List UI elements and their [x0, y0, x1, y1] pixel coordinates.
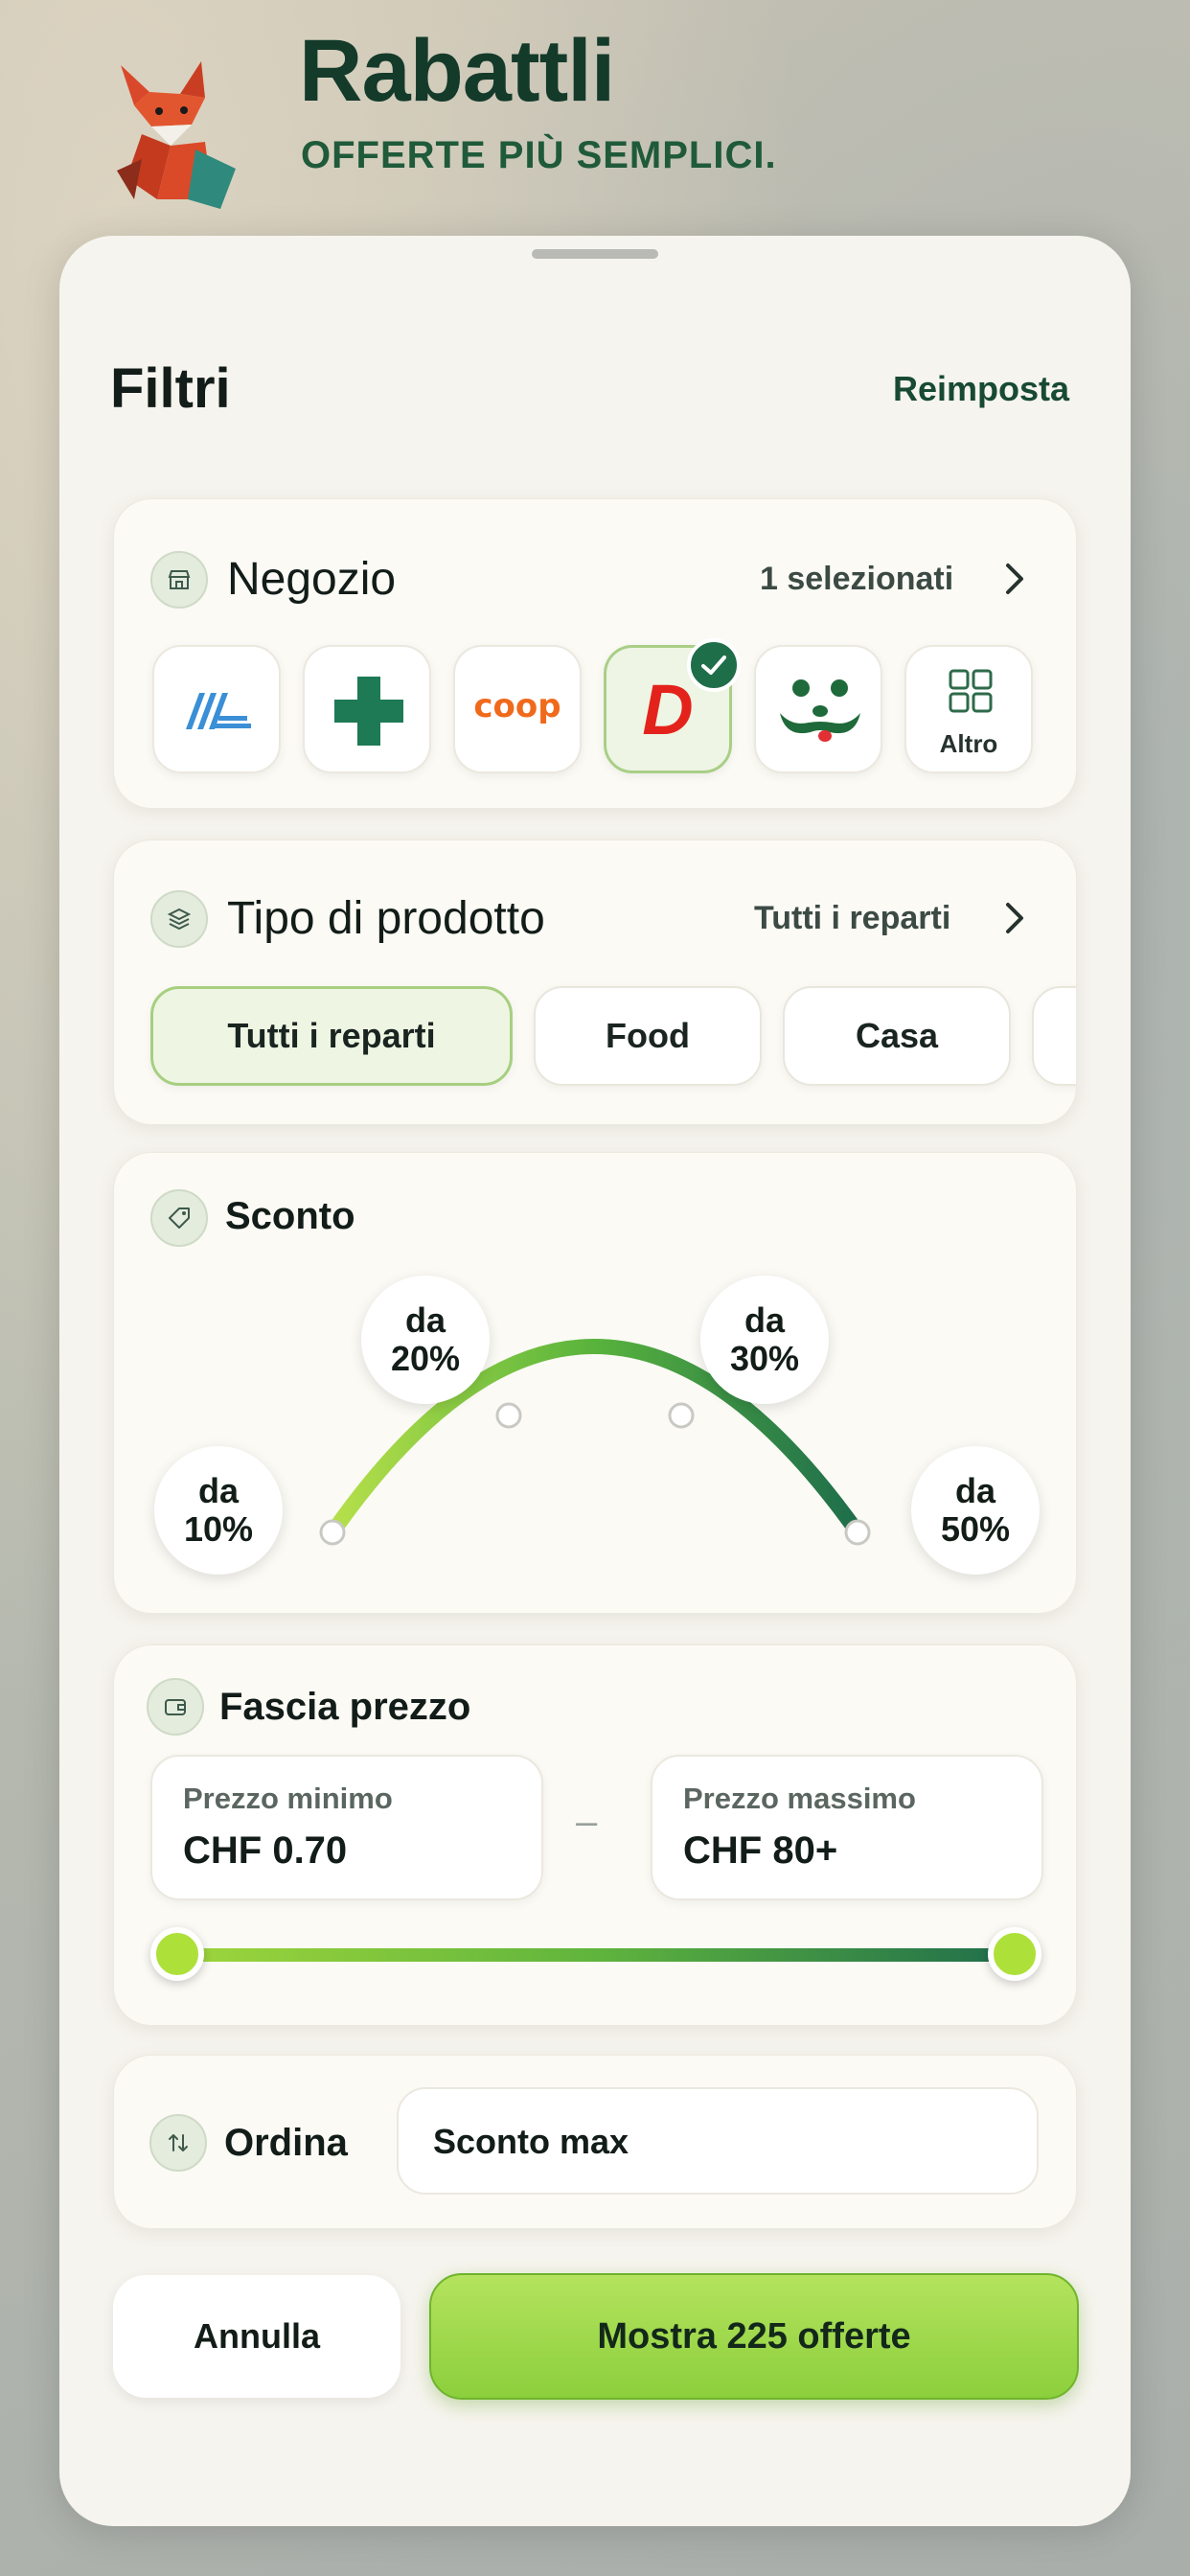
sort-value: Sconto max — [433, 2122, 629, 2161]
selected-check-icon — [687, 638, 741, 692]
chip-partial[interactable] — [1032, 986, 1076, 1086]
discount-stop-20 — [495, 1402, 522, 1429]
discount-stop-10 — [319, 1519, 346, 1546]
chip-all-departments[interactable]: Tutti i reparti — [150, 986, 513, 1086]
product-type-title: Tipo di prodotto — [227, 893, 545, 944]
sort-select[interactable]: Sconto max — [397, 2087, 1039, 2195]
discount-option-20-prefix: da — [404, 1300, 446, 1340]
store-tile-aldi[interactable] — [152, 645, 281, 773]
discount-stop-30 — [668, 1402, 695, 1429]
dog-face-icon — [780, 679, 860, 742]
brand-name: Rabattli — [299, 22, 615, 120]
layers-icon — [150, 890, 208, 948]
discount-stop-50 — [844, 1519, 871, 1546]
store-tile-coop[interactable]: coop — [453, 645, 582, 773]
store-icon — [150, 551, 208, 609]
discount-option-50-prefix: da — [954, 1471, 995, 1510]
chevron-right-icon[interactable] — [1003, 900, 1026, 936]
chip-casa[interactable]: Casa — [783, 986, 1011, 1086]
price-separator: – — [576, 1801, 598, 1843]
brand-tagline: OFFERTE PIÙ SEMPLICI. — [301, 134, 777, 176]
cancel-button[interactable]: Annulla — [113, 2275, 400, 2398]
price-title: Fascia prezzo — [219, 1686, 471, 1728]
sheet-title: Filtri — [110, 357, 231, 420]
min-price-value: CHF 0.70 — [183, 1829, 348, 1872]
grid-icon — [949, 669, 993, 713]
max-price-label: Prezzo massimo — [683, 1782, 916, 1815]
discount-option-10[interactable]: da 10% — [154, 1446, 283, 1575]
store-section-title: Negozio — [227, 554, 397, 605]
fox-logo-icon — [117, 61, 236, 209]
store-card: Negozio 1 selezionati coop D Altro — [113, 498, 1077, 809]
chevron-right-icon[interactable] — [1003, 561, 1026, 597]
store-tile-pet[interactable] — [754, 645, 882, 773]
discount-option-10-prefix: da — [197, 1471, 239, 1510]
store-tile-denner[interactable]: D — [604, 638, 741, 773]
store-selection-summary[interactable]: 1 selezionati — [760, 561, 953, 598]
reset-button[interactable]: Reimposta — [893, 369, 1069, 409]
store-tile-more-label: Altro — [939, 729, 998, 758]
store-tile-more[interactable]: Altro — [904, 645, 1033, 773]
max-price-field[interactable]: Prezzo massimo CHF 80+ — [651, 1755, 1043, 1900]
chip-food[interactable]: Food — [534, 986, 762, 1086]
discount-card: Sconto da 10% da 20% da 30% da 50% — [113, 1152, 1077, 1614]
max-price-value: CHF 80+ — [683, 1829, 838, 1872]
discount-option-30[interactable]: da 30% — [700, 1276, 829, 1404]
discount-option-20-value: 20% — [390, 1339, 461, 1378]
app-header: Rabattli OFFERTE PIÙ SEMPLICI. — [0, 0, 1190, 230]
sheet-grabber-handle[interactable] — [532, 249, 658, 259]
min-price-label: Prezzo minimo — [183, 1782, 393, 1815]
price-range-min-handle[interactable] — [150, 1927, 204, 1981]
price-range-track[interactable] — [177, 1948, 1020, 1962]
sort-arrows-icon — [149, 2114, 207, 2172]
price-range-max-handle[interactable] — [988, 1927, 1041, 1981]
discount-option-50-value: 50% — [940, 1509, 1011, 1549]
discount-option-50[interactable]: da 50% — [911, 1446, 1040, 1575]
aldi-logo-icon — [186, 693, 251, 729]
green-cross-icon — [334, 677, 403, 746]
discount-option-10-value: 10% — [183, 1509, 254, 1549]
show-offers-button[interactable]: Mostra 225 offerte — [429, 2273, 1079, 2400]
wallet-icon — [147, 1678, 204, 1736]
coop-logo: coop — [473, 687, 561, 725]
product-type-card: Tipo di prodotto Tutti i reparti Tutti i… — [113, 840, 1077, 1125]
discount-option-30-prefix: da — [744, 1300, 785, 1340]
discount-option-30-value: 30% — [729, 1339, 800, 1378]
sort-title: Ordina — [224, 2122, 348, 2164]
product-type-summary[interactable]: Tutti i reparti — [754, 900, 950, 937]
min-price-field[interactable]: Prezzo minimo CHF 0.70 — [150, 1755, 543, 1900]
price-card: Fascia prezzo Prezzo minimo CHF 0.70 – P… — [113, 1644, 1077, 2026]
store-tile-pharmacy[interactable] — [303, 645, 431, 773]
discount-option-20[interactable]: da 20% — [361, 1276, 490, 1404]
